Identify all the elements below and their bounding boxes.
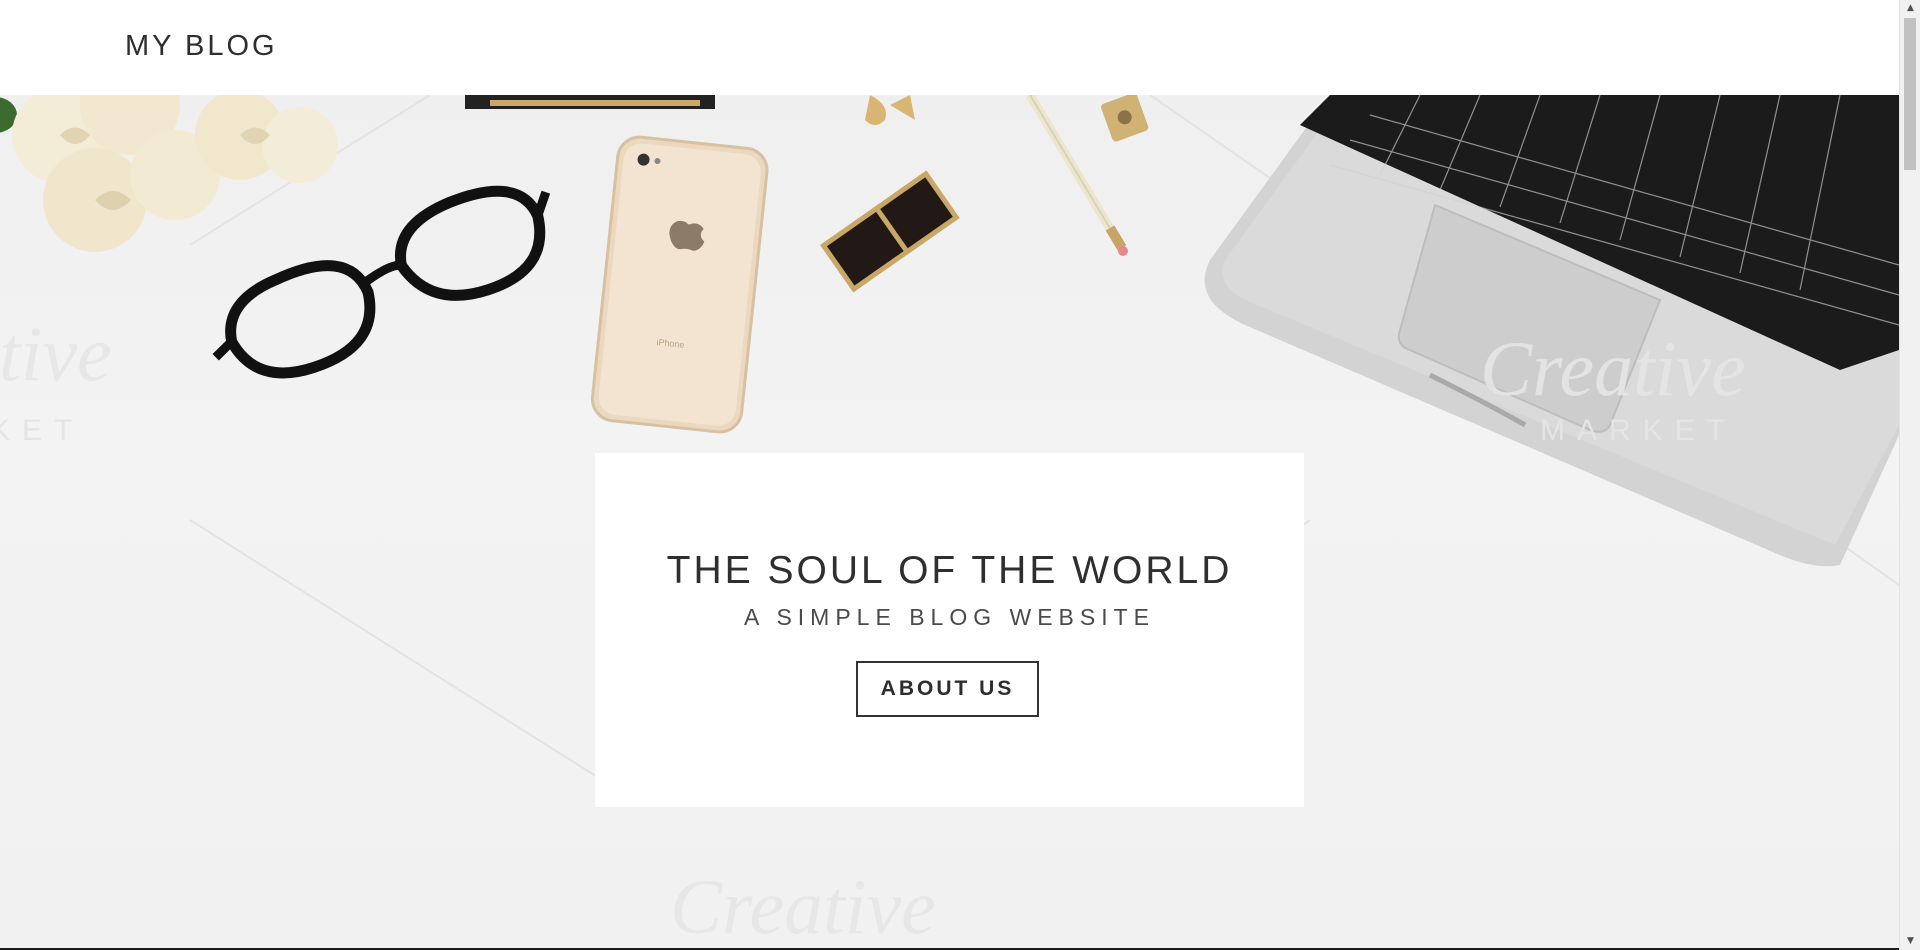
page-subtitle: A SIMPLE BLOG WEBSITE [743,604,1156,630]
watermark-text-right: Creative [1480,325,1746,412]
sharpener-icon [1101,95,1149,142]
scroll-thumb[interactable] [1904,18,1916,170]
vertical-scrollbar[interactable]: ▲ ▼ [1899,0,1920,950]
phone-icon: iPhone [590,135,769,434]
lipstick-icon [820,170,960,293]
roses-icon [0,95,338,252]
site-logo[interactable]: MY BLOG [125,30,278,63]
watermark-text-bottom: Creative [670,863,936,948]
clip-icon [865,95,915,125]
hero-card: THE SOUL OF THE WORLD A SIMPLE BLOG WEBS… [595,453,1304,807]
site-header: MY BLOG [0,0,1899,95]
watermark-text-left: ative [0,310,112,397]
scroll-down-arrow-icon[interactable]: ▼ [1900,933,1920,950]
page-title: THE SOUL OF THE WORLD [666,549,1233,592]
glasses-icon [212,185,551,379]
zipper-pouch-icon [465,95,715,109]
scroll-up-arrow-icon[interactable]: ▲ [1900,0,1920,17]
watermark-market-right: MARKET [1540,414,1737,447]
watermark-market-left: KET [0,414,84,447]
page: MY BLOG iPhone tive Creative Creative KE… [0,0,1920,950]
about-us-button[interactable]: ABOUT US [856,661,1039,717]
